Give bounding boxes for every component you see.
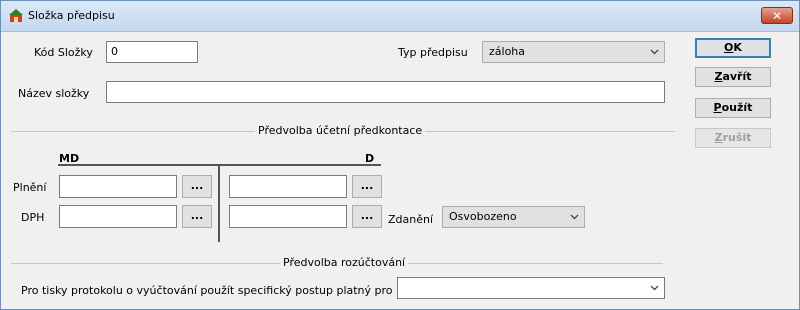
dph-d-browse-button[interactable]: ... [352,205,382,228]
plneni-md-input[interactable] [59,175,177,198]
ok-label: K [733,41,742,54]
plneni-label: Plnění [13,181,47,194]
nazev-slozky-input[interactable] [106,81,665,103]
dph-md-input[interactable] [59,205,177,228]
typ-predpisu-value: záloha [489,45,526,58]
dialog-window: Složka předpisu ✕ Kód Složky 0 Typ předp… [0,0,800,310]
pouzit-label: oužít [721,101,753,114]
zrusit-button[interactable]: Zrušit [695,128,771,148]
kod-slozky-input[interactable]: 0 [106,41,198,63]
rozuctovani-postup-label: Pro tisky protokolu o vyúčtování použít … [21,284,393,297]
typ-predpisu-label: Typ předpisu [398,46,468,59]
plneni-d-input[interactable] [229,175,347,198]
section-title-predkontace: Předvolba účetní předkontace [255,124,426,137]
zdaneni-value: Osvobozeno [449,210,517,223]
pouzit-button[interactable]: Použít [695,98,771,118]
dph-d-input[interactable] [229,205,347,228]
dph-label: DPH [21,211,45,224]
zdaneni-select[interactable]: Osvobozeno [442,206,585,228]
app-house-icon [9,9,23,22]
rozuctovani-postup-select[interactable] [397,277,665,299]
dph-md-browse-button[interactable]: ... [182,205,212,228]
section-title-rozuctovani: Předvolba rozúčtování [280,256,409,269]
title-bar: Složka předpisu ✕ [1,1,799,32]
zrusit-label: rušit [722,131,752,144]
pouzit-accel: P [713,101,722,114]
ok-button[interactable]: OK [695,38,771,58]
zavrit-button[interactable]: Zavřít [695,67,771,87]
close-button[interactable]: ✕ [761,7,793,24]
zrusit-accel: Z [714,131,723,144]
plneni-md-browse-button[interactable]: ... [182,175,212,198]
kod-slozky-label: Kód Složky [34,46,93,59]
zavrit-label: avřít [722,70,752,83]
chevron-down-icon [650,49,659,55]
nazev-slozky-label: Název složky [18,87,90,100]
ok-accel: O [724,41,734,54]
close-icon: ✕ [771,9,783,23]
chevron-down-icon [650,285,659,291]
chevron-down-icon [570,214,579,220]
zdaneni-label: Zdanění [388,213,434,226]
column-separator [218,164,220,242]
window-title: Složka předpisu [28,9,115,22]
plneni-d-browse-button[interactable]: ... [352,175,382,198]
typ-predpisu-select[interactable]: záloha [482,41,665,63]
